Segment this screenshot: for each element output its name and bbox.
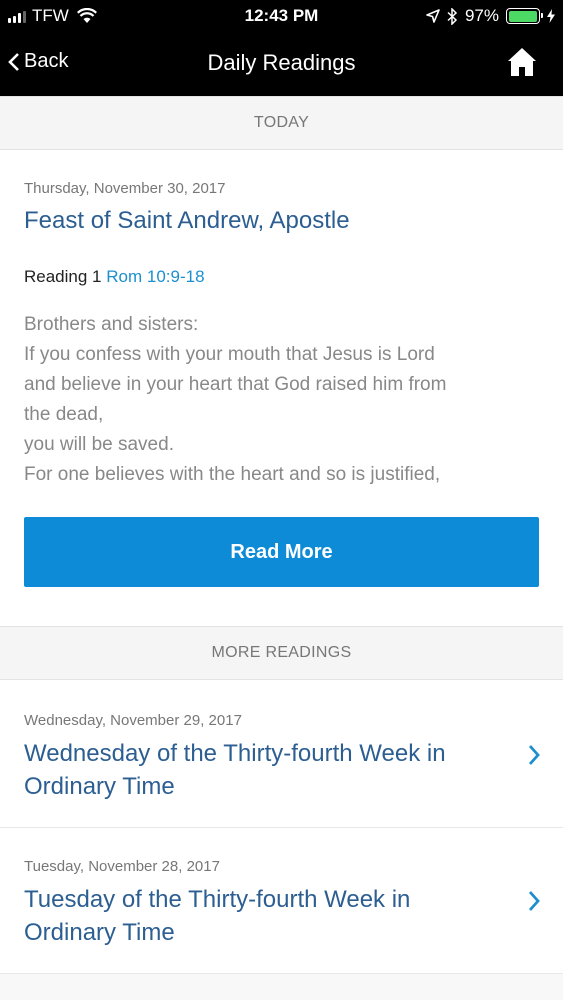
reading-line: Reading 1 Rom 10:9-18	[24, 267, 205, 287]
nav-bar: Back Daily Readings	[0, 32, 563, 96]
list-item-title-line: Tuesday of the Thirty-fourth Week in	[24, 886, 411, 913]
list-item-title-line: Ordinary Time	[24, 773, 175, 800]
chevron-right-icon	[528, 745, 540, 765]
battery-fill	[508, 10, 537, 22]
excerpt-line: the dead,	[24, 404, 104, 425]
list-item-title-line: Wednesday of the Thirty-fourth Week in	[24, 740, 446, 767]
status-right: 97%	[426, 6, 555, 26]
location-arrow-icon	[426, 9, 440, 23]
page-title: Daily Readings	[207, 50, 356, 75]
charging-icon	[547, 9, 555, 23]
list-item[interactable]: Tuesday, November 28, 2017 Tuesday of th…	[0, 828, 563, 974]
list-item-title: Wednesday of the Thirty-fourth Week in O…	[24, 737, 446, 803]
reading-label: Reading 1	[24, 267, 102, 286]
excerpt-line: and believe in your heart that God raise…	[24, 374, 447, 395]
bluetooth-icon	[447, 7, 458, 25]
read-more-button[interactable]: Read More	[24, 517, 539, 587]
battery-icon	[506, 8, 543, 24]
list-item[interactable]: Wednesday, November 29, 2017 Wednesday o…	[0, 680, 563, 828]
battery-tip	[540, 13, 543, 18]
status-bar: TFW 12:43 PM 97%	[0, 0, 563, 32]
today-card: Thursday, November 30, 2017 Feast of Sai…	[0, 150, 563, 626]
reading-reference-link[interactable]: Rom 10:9-18	[106, 267, 204, 286]
list-item-date: Wednesday, November 29, 2017	[24, 712, 242, 729]
excerpt-line: For one believes with the heart and so i…	[24, 464, 441, 485]
battery-percent: 97%	[464, 6, 499, 25]
excerpt-line: Brothers and sisters:	[24, 314, 199, 335]
section-header-more-readings: MORE READINGS	[0, 626, 563, 680]
reading-excerpt: Brothers and sisters: If you confess wit…	[24, 310, 544, 490]
today-title[interactable]: Feast of Saint Andrew, Apostle	[24, 204, 350, 237]
home-icon[interactable]	[507, 46, 537, 80]
list-item-date: Tuesday, November 28, 2017	[24, 858, 220, 875]
list-item-title: Tuesday of the Thirty-fourth Week in Ord…	[24, 883, 410, 949]
list-item-title-line: Ordinary Time	[24, 919, 175, 946]
today-date: Thursday, November 30, 2017	[24, 180, 226, 197]
excerpt-line: If you confess with your mouth that Jesu…	[24, 344, 435, 365]
excerpt-line: you will be saved.	[24, 434, 174, 455]
section-header-today: TODAY	[0, 96, 563, 150]
chevron-right-icon	[528, 891, 540, 911]
